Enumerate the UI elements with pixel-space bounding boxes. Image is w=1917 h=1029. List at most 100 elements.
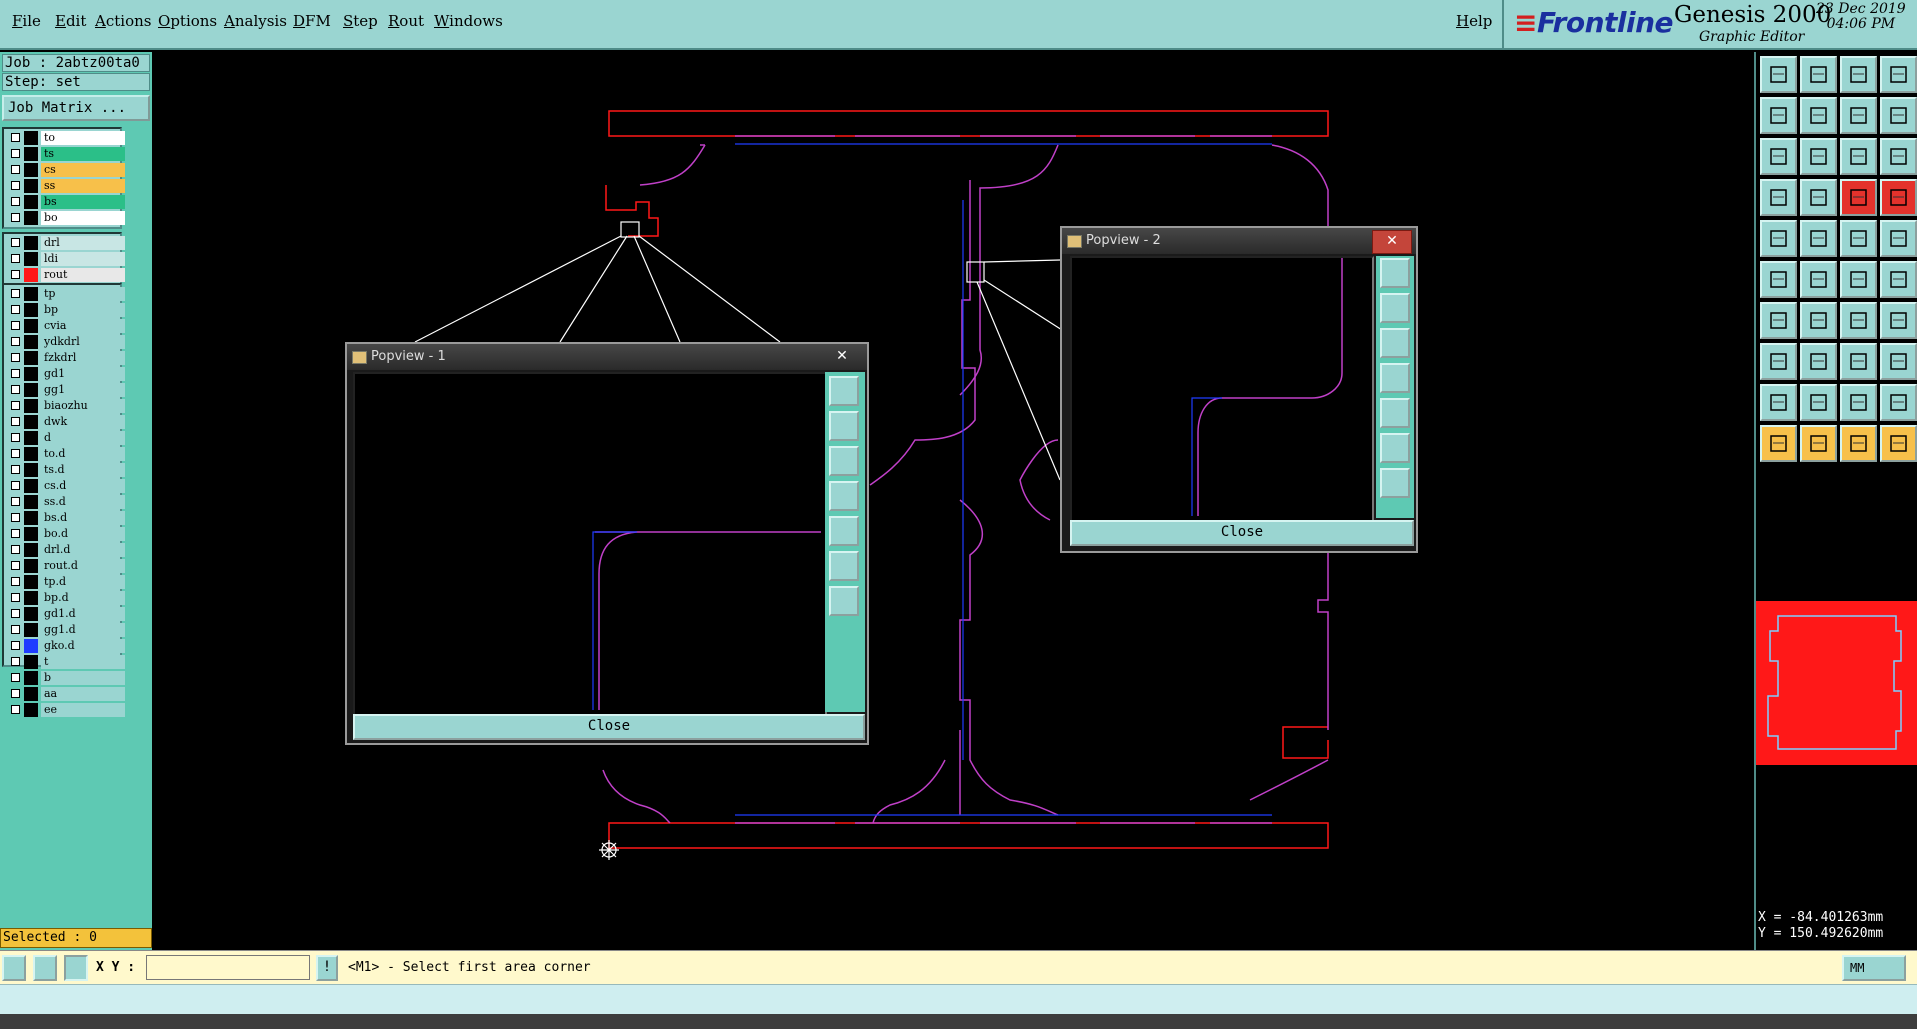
ratio-icon[interactable]	[1840, 138, 1877, 175]
snake-icon[interactable]	[1880, 97, 1917, 134]
layer-row[interactable]: b	[6, 671, 125, 685]
layer-row[interactable]: tp.d	[6, 575, 125, 589]
layer-row[interactable]: d	[6, 431, 125, 445]
layer-checkbox[interactable]	[11, 213, 20, 222]
popview-1-titlebar[interactable]: Popview - 1	[347, 344, 867, 370]
menu-analysis[interactable]: Analysis	[224, 12, 287, 30]
arc-icon[interactable]	[1840, 261, 1877, 298]
layer-row[interactable]: ts.d	[6, 463, 125, 477]
cut-icon[interactable]	[1840, 220, 1877, 257]
layer-row[interactable]: ldi	[6, 252, 125, 266]
layer-row[interactable]: bs	[6, 195, 125, 209]
layer-checkbox[interactable]	[11, 305, 20, 314]
layer-row[interactable]: t	[6, 655, 125, 669]
layer-row[interactable]: bo	[6, 211, 125, 225]
pv-right-icon[interactable]	[1380, 398, 1410, 428]
x-icon[interactable]	[1800, 261, 1837, 298]
menu-step[interactable]: Step	[343, 12, 378, 30]
layer-checkbox[interactable]	[11, 238, 20, 247]
layer-checkbox[interactable]	[11, 609, 20, 618]
popview-1-canvas[interactable]	[353, 372, 827, 716]
layer-row[interactable]: rout	[6, 268, 125, 282]
mirror-icon[interactable]	[1880, 302, 1917, 339]
layer-row[interactable]: ts	[6, 147, 125, 161]
layer-row[interactable]: to	[6, 131, 125, 145]
layer-checkbox[interactable]	[11, 149, 20, 158]
menu-file[interactable]: File	[12, 12, 41, 30]
layer-row[interactable]: gg1.d	[6, 623, 125, 637]
layer-row[interactable]: fzkdrl	[6, 351, 125, 365]
pointer-2-icon[interactable]	[1800, 425, 1837, 462]
layer-checkbox[interactable]	[11, 181, 20, 190]
layer-row[interactable]: to.d	[6, 447, 125, 461]
layer-row[interactable]: bp	[6, 303, 125, 317]
pad-red-icon-2[interactable]	[1880, 179, 1917, 216]
layer-checkbox[interactable]	[11, 545, 20, 554]
select-pad[interactable]	[1760, 220, 1797, 257]
layer-row[interactable]: gd1	[6, 367, 125, 381]
pv-down-icon[interactable]	[1380, 328, 1410, 358]
circle-icon[interactable]	[1880, 220, 1917, 257]
menu-options[interactable]: Options	[158, 12, 217, 30]
layer-checkbox[interactable]	[11, 689, 20, 698]
pointer-3-icon[interactable]	[1840, 425, 1877, 462]
job-matrix-button[interactable]: Job Matrix ...	[2, 95, 150, 121]
dots-icon[interactable]	[1880, 343, 1917, 380]
frame-icon[interactable]	[1840, 343, 1877, 380]
pointer-4-icon[interactable]	[1880, 425, 1917, 462]
board-thumbnail[interactable]	[1756, 601, 1917, 765]
move-icon[interactable]	[1760, 343, 1797, 380]
layer-checkbox[interactable]	[11, 197, 20, 206]
layer-checkbox[interactable]	[11, 321, 20, 330]
layer-row[interactable]: cs.d	[6, 479, 125, 493]
layer-checkbox[interactable]	[11, 513, 20, 522]
layer-checkbox[interactable]	[11, 625, 20, 634]
pv-left-icon[interactable]	[1380, 363, 1410, 393]
layer-checkbox[interactable]	[11, 449, 20, 458]
triangle-b[interactable]	[1840, 384, 1877, 421]
grid-icon[interactable]	[1880, 56, 1917, 93]
pv-zoom-icon[interactable]	[1380, 258, 1410, 288]
layer-checkbox[interactable]	[11, 529, 20, 538]
pan-left[interactable]	[1760, 97, 1797, 134]
menu-actions[interactable]: Actions	[95, 12, 151, 30]
pv-up-icon[interactable]	[829, 411, 859, 441]
units-selector[interactable]: MM	[1842, 955, 1906, 981]
layer-checkbox[interactable]	[11, 369, 20, 378]
snap-icon[interactable]	[2, 955, 26, 981]
layer-checkbox[interactable]	[11, 270, 20, 279]
layer-checkbox[interactable]	[11, 337, 20, 346]
layer-row[interactable]: drl	[6, 236, 125, 250]
swap-icon[interactable]	[1840, 97, 1877, 134]
layer-checkbox[interactable]	[11, 254, 20, 263]
layer-checkbox[interactable]	[11, 417, 20, 426]
layer-checkbox[interactable]	[11, 353, 20, 362]
layer-row[interactable]: dwk	[6, 415, 125, 429]
layer-checkbox[interactable]	[11, 481, 20, 490]
layer-checkbox[interactable]	[11, 705, 20, 714]
fit-icon[interactable]	[1760, 138, 1797, 175]
layer-row[interactable]: gko.d	[6, 639, 125, 653]
layer-checkbox[interactable]	[11, 641, 20, 650]
zoom-in[interactable]	[1800, 56, 1837, 93]
node-icon[interactable]	[1760, 261, 1797, 298]
layer-checkbox[interactable]	[11, 593, 20, 602]
help-icon[interactable]	[1880, 138, 1917, 175]
home-icon[interactable]	[1840, 56, 1877, 93]
pv-fit-icon[interactable]	[1380, 433, 1410, 463]
slash-icon[interactable]	[1800, 302, 1837, 339]
grid-snap-icon[interactable]	[64, 955, 88, 981]
layer-checkbox[interactable]	[11, 133, 20, 142]
layer-row[interactable]: cs	[6, 163, 125, 177]
layer-row[interactable]: ydkdrl	[6, 335, 125, 349]
pv-right-icon[interactable]	[829, 516, 859, 546]
measure-icon[interactable]	[1760, 179, 1797, 216]
zoom-home[interactable]	[1760, 56, 1797, 93]
triangle-c[interactable]	[1880, 384, 1917, 421]
pv-center-icon[interactable]	[829, 586, 859, 616]
angle-snap-icon[interactable]	[33, 955, 57, 981]
layer-row[interactable]: gd1.d	[6, 607, 125, 621]
layer-row[interactable]: bo.d	[6, 527, 125, 541]
layer-checkbox[interactable]	[11, 673, 20, 682]
pointer-icon[interactable]	[1760, 425, 1797, 462]
